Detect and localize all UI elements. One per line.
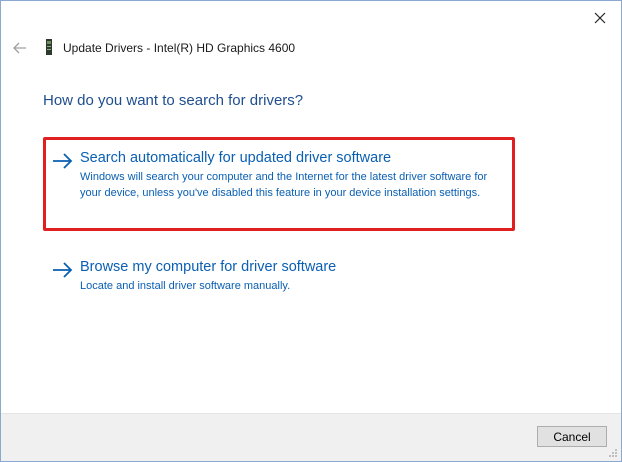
browse-computer-description: Locate and install driver software manua… (80, 280, 291, 292)
resize-grip-icon[interactable] (608, 448, 618, 458)
search-automatically-title: Search automatically for updated driver … (80, 150, 392, 166)
cancel-button[interactable]: Cancel (537, 426, 607, 447)
wizard-title: Update Drivers - Intel(R) HD Graphics 46… (63, 41, 296, 55)
back-button[interactable] (11, 39, 29, 57)
update-drivers-window: Update Drivers - Intel(R) HD Graphics 46… (0, 0, 622, 462)
arrow-right-icon (53, 262, 73, 278)
wizard-header: Update Drivers - Intel(R) HD Graphics 46… (1, 35, 621, 63)
close-button[interactable] (589, 7, 611, 29)
back-arrow-icon (13, 42, 26, 54)
footer-bar: Cancel (1, 413, 621, 461)
search-automatically-option[interactable]: Search automatically for updated driver … (43, 137, 515, 231)
page-heading: How do you want to search for drivers? (43, 92, 304, 109)
display-adapter-icon (46, 39, 52, 55)
browse-computer-title: Browse my computer for driver software (80, 259, 337, 275)
search-automatically-description: Windows will search your computer and th… (80, 171, 488, 199)
browse-computer-option[interactable]: Browse my computer for driver software L… (43, 246, 515, 306)
arrow-right-icon (53, 153, 73, 169)
close-icon (594, 12, 606, 24)
